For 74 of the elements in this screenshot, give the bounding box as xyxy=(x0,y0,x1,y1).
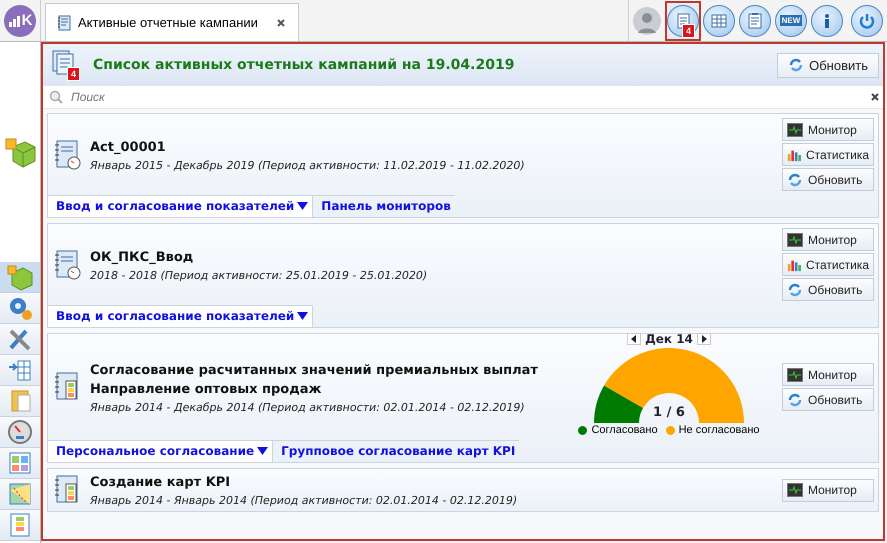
notebook-stopwatch-icon xyxy=(54,248,82,280)
refresh-icon xyxy=(788,57,804,73)
monitor-icon xyxy=(787,483,803,497)
campaign-title: Act_00001 xyxy=(90,138,167,156)
caret-icon[interactable] xyxy=(257,447,268,455)
campaign-title: Направление оптовых продаж xyxy=(90,380,322,398)
notebook-icon xyxy=(56,14,72,30)
caret-icon[interactable] xyxy=(297,312,308,320)
previous-button[interactable] xyxy=(627,333,642,345)
legend-label: Согласовано xyxy=(591,424,658,436)
refresh-button[interactable]: Обновить xyxy=(782,278,874,301)
logo: K xyxy=(4,4,36,36)
search-icon xyxy=(49,90,63,104)
gauge-reading: 1 / 6 xyxy=(652,405,686,420)
section-tab[interactable]: Ввод и согласование показателей xyxy=(48,195,314,217)
table-sidebar-item[interactable] xyxy=(0,510,40,541)
refresh-button[interactable]: Обновить xyxy=(777,52,879,78)
refresh-icon xyxy=(787,392,803,408)
campaign-period: Январь 2015 - Декабрь 2019 (Период активности: 11.02.2019 - 11.02.2020) xyxy=(90,158,526,172)
section-tab[interactable]: Панель мониторов xyxy=(313,195,455,217)
power-icon xyxy=(858,12,876,30)
section-tab[interactable]: Групповое согласование карт KPI xyxy=(273,440,520,462)
stats-button[interactable]: Статистика xyxy=(782,143,874,166)
monitor-icon xyxy=(787,232,803,246)
bar-chart-icon xyxy=(787,258,801,272)
avatar-icon[interactable] xyxy=(633,6,661,34)
gears-sidebar-item[interactable] xyxy=(0,293,40,324)
campaign-period: 2018 - 2018 (Период активности: 25.01.2019 - 25.01.2020) xyxy=(90,268,428,282)
campaign-period: Январь 2014 - Декабрь 2014 (Период активности: 02.01.2014 - 02.12.2019) xyxy=(90,400,526,414)
monitor-button[interactable]: Монитор xyxy=(782,363,874,386)
page-title: Список активных отчетных кампаний на 19.04.2019 xyxy=(93,57,516,73)
folder-sidebar-item[interactable] xyxy=(0,386,40,417)
clipboard-icon xyxy=(748,12,762,28)
refresh-icon xyxy=(787,282,803,298)
campaign-period: Январь 2014 - Январь 2014 (Период активности: 02.01.2014 - 02.12.2019) xyxy=(90,494,518,507)
gauge-sidebar-item[interactable] xyxy=(0,417,40,448)
stats-button[interactable]: Статистика xyxy=(782,253,874,276)
clear-icon[interactable] xyxy=(871,93,879,101)
campaign-title: Создание карт KPI xyxy=(90,474,232,492)
search-field[interactable]: Поиск xyxy=(69,89,865,105)
section-tab[interactable]: Ввод и согласование показателей xyxy=(48,305,314,327)
tiles-sidebar-item[interactable] xyxy=(0,448,40,479)
section-tab[interactable]: Персональное согласование xyxy=(48,440,274,462)
bar-chart-icon xyxy=(787,148,801,162)
document-tab[interactable]: Активные отчетные кампании xyxy=(45,3,299,41)
monitor-button[interactable]: Монитор xyxy=(782,478,874,502)
info-icon xyxy=(825,14,829,28)
refresh-icon xyxy=(787,172,803,188)
tools-sidebar-item[interactable] xyxy=(0,324,40,355)
notebook-stopwatch-icon xyxy=(54,138,82,170)
monitor-icon xyxy=(787,122,803,136)
left-triangle-icon xyxy=(631,335,638,343)
monitor-icon xyxy=(787,368,803,382)
grid-icon xyxy=(710,12,728,30)
close-icon[interactable] xyxy=(276,18,286,28)
caret-icon[interactable] xyxy=(297,202,308,210)
search-bar[interactable]: Поиск xyxy=(43,86,883,109)
campaign-title: ОК_ПКС_Ввод xyxy=(90,248,194,266)
refresh-button[interactable]: Обновить xyxy=(782,168,874,191)
refresh-button[interactable]: Обновить xyxy=(782,388,874,411)
monitor-button[interactable]: Монитор xyxy=(782,118,874,141)
arrow-table-sidebar-item[interactable] xyxy=(0,355,40,386)
right-triangle-icon xyxy=(700,335,707,343)
month-label: Дек 14 xyxy=(645,332,693,346)
legend-label: Не согласовано xyxy=(678,424,760,436)
cubes-sidebar-item[interactable] xyxy=(0,262,40,293)
list-toolbar-button[interactable]: 4 xyxy=(665,0,701,40)
monitor-button[interactable]: Монитор xyxy=(782,228,874,251)
next-button[interactable] xyxy=(696,333,711,345)
count-badge: 4 xyxy=(67,67,80,81)
campaign-title: Согласование расчитанных значений премиальных выплат xyxy=(90,362,539,380)
cubes-icon xyxy=(6,263,34,291)
gauge-icon xyxy=(6,418,34,446)
map-sidebar-item[interactable] xyxy=(0,479,40,510)
